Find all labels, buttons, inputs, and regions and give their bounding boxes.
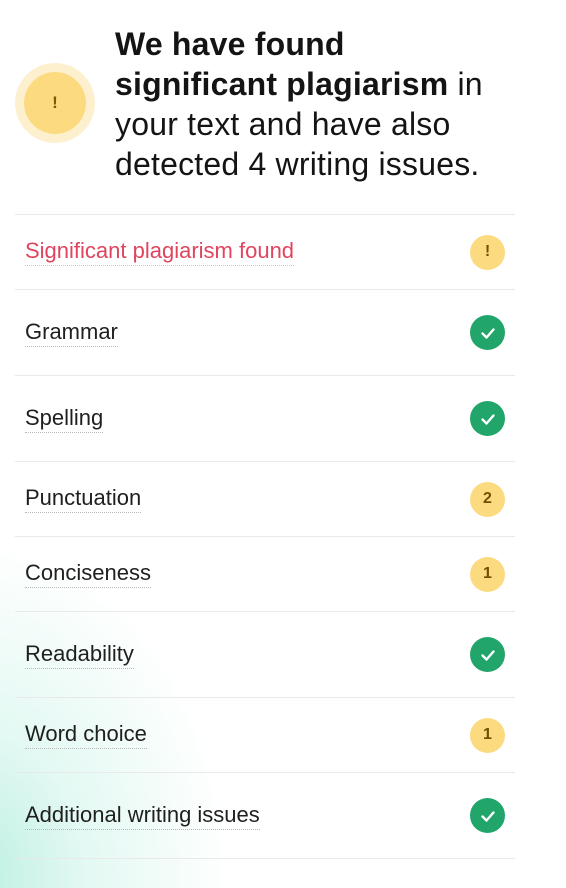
- check-label-additional-issues[interactable]: Additional writing issues: [25, 802, 260, 830]
- check-icon: [470, 637, 505, 672]
- check-icon: [470, 315, 505, 350]
- check-label-conciseness[interactable]: Conciseness: [25, 560, 151, 588]
- check-icon: [470, 401, 505, 436]
- headline-text-1: in: [448, 66, 483, 102]
- check-row-grammar[interactable]: Grammar: [15, 290, 515, 376]
- check-row-readability[interactable]: Readability: [15, 612, 515, 698]
- check-row-plagiarism[interactable]: Significant plagiarism found !: [15, 215, 515, 290]
- issue-count-badge: 1: [470, 556, 505, 592]
- alert-badge: !: [15, 63, 95, 143]
- headline-bold-1: We have found: [115, 26, 345, 62]
- headline-text-3: detected 4 writing issues.: [115, 146, 480, 182]
- plagiarism-report-panel: ! We have found significant plagiarism i…: [15, 0, 515, 859]
- report-headline: We have found significant plagiarism in …: [115, 24, 535, 184]
- check-row-conciseness[interactable]: Conciseness 1: [15, 537, 515, 612]
- check-label-word-choice[interactable]: Word choice: [25, 721, 147, 749]
- check-row-punctuation[interactable]: Punctuation 2: [15, 462, 515, 537]
- check-icon: [470, 798, 505, 833]
- check-label-grammar[interactable]: Grammar: [25, 319, 118, 347]
- issue-count-badge: 2: [470, 481, 505, 517]
- check-row-word-choice[interactable]: Word choice 1: [15, 698, 515, 773]
- report-header: ! We have found significant plagiarism i…: [15, 0, 515, 214]
- issue-count-badge: 1: [470, 717, 505, 753]
- check-label-punctuation[interactable]: Punctuation: [25, 485, 142, 513]
- check-label-readability[interactable]: Readability: [25, 641, 134, 669]
- headline-bold-2: significant plagiarism: [115, 66, 449, 102]
- check-label-plagiarism[interactable]: Significant plagiarism found: [25, 238, 295, 266]
- check-list: Significant plagiarism found ! Grammar S…: [15, 214, 515, 859]
- exclamation-icon: !: [470, 234, 505, 270]
- exclamation-icon: !: [24, 72, 86, 134]
- check-label-spelling[interactable]: Spelling: [25, 405, 104, 433]
- check-row-additional-issues[interactable]: Additional writing issues: [15, 773, 515, 859]
- check-row-spelling[interactable]: Spelling: [15, 376, 515, 462]
- headline-text-2: your text and have also: [115, 106, 451, 142]
